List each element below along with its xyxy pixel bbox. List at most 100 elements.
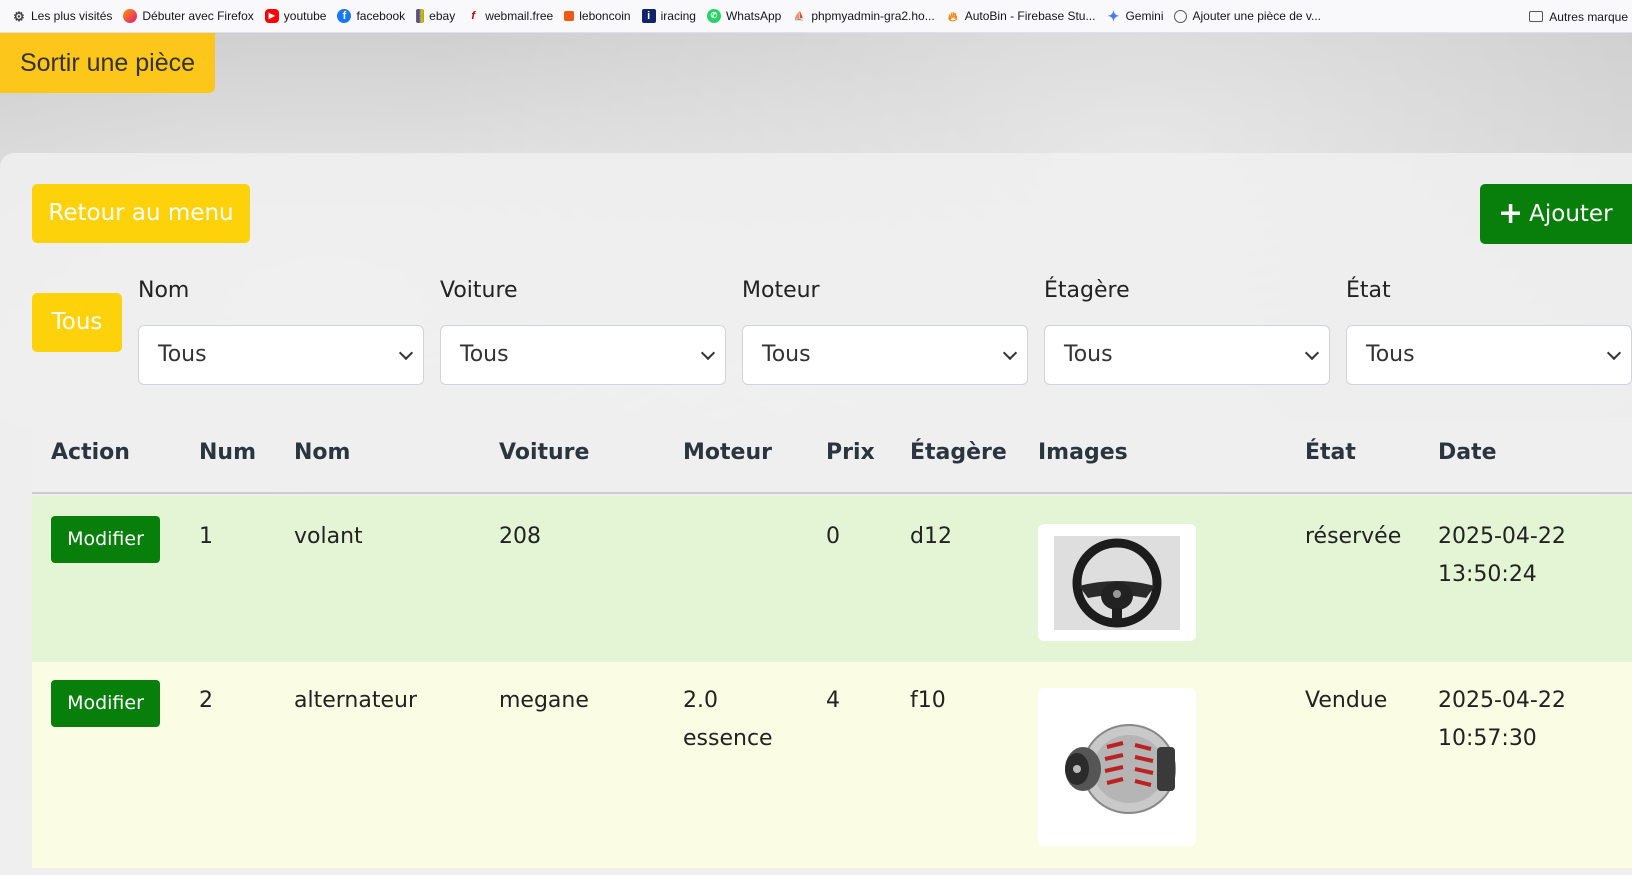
filter-label-voiture: Voiture [440, 278, 518, 303]
filter-select-etat[interactable]: Tous [1346, 325, 1632, 385]
header-etagere: Étagère [910, 440, 1007, 465]
select-value: Tous [460, 342, 509, 367]
phpmyadmin-icon: ⛵ [793, 10, 805, 21]
iracing-icon: i [641, 9, 656, 23]
bookmark-iracing[interactable]: i iracing [641, 9, 696, 23]
plus-icon: + [1498, 196, 1524, 231]
time-value: 10:57:30 [1438, 726, 1537, 751]
bookmark-most-visited[interactable]: ⚙ Les plus visités [12, 9, 112, 23]
bookmark-label: facebook [356, 9, 406, 23]
gemini-icon: ✦ [1107, 8, 1120, 24]
table-row: Modifier 1 volant 208 0 d12 réservée 202… [32, 496, 1632, 662]
header-moteur: Moteur [683, 440, 772, 465]
bookmark-label: phpmyadmin-gra2.ho... [811, 9, 935, 23]
bookmark-label: youtube [283, 9, 327, 23]
modifier-button[interactable]: Modifier [51, 516, 160, 563]
filter-select-nom[interactable]: Tous [138, 325, 424, 385]
globe-icon [1174, 9, 1188, 23]
firebase-icon: 🔥︎ [947, 8, 958, 24]
header-images: Images [1038, 440, 1128, 465]
alternator-icon [1065, 724, 1176, 814]
firefox-icon [123, 9, 138, 23]
bookmark-firebase[interactable]: 🔥︎ AutoBin - Firebase Stu... [946, 9, 1096, 23]
cell-date: 2025-04-22 13:50:24 [1438, 518, 1566, 594]
bookmark-label: ebay [429, 9, 456, 23]
cell-moteur: 2.0 essence [683, 682, 773, 758]
filter-select-voiture[interactable]: Tous [440, 325, 726, 385]
bookmark-label: AutoBin - Firebase Stu... [964, 9, 1096, 23]
chevron-down-icon [1002, 345, 1018, 361]
bookmark-label: Les plus visités [31, 9, 113, 23]
bookmark-label: Gemini [1125, 9, 1164, 23]
tous-reset-button[interactable]: Tous [32, 293, 122, 352]
bookmark-gemini[interactable]: ✦ Gemini [1106, 8, 1164, 24]
cell-nom: volant [294, 524, 363, 549]
bookmark-leboncoin[interactable]: leboncoin [564, 9, 631, 23]
cell-voiture: megane [499, 688, 589, 713]
header-etat: État [1305, 440, 1356, 465]
cell-voiture: 208 [499, 524, 541, 549]
header-nom: Nom [294, 440, 351, 465]
youtube-icon: ▶ [264, 9, 279, 23]
select-value: Tous [158, 342, 207, 367]
part-image-steering-wheel[interactable] [1038, 524, 1196, 641]
modifier-button[interactable]: Modifier [51, 680, 160, 727]
bookmark-ajouter-piece[interactable]: Ajouter une pièce de v... [1174, 9, 1321, 23]
filter-label-etat: État [1346, 278, 1391, 303]
table-header: Action Num Nom Voiture Moteur Prix Étagè… [32, 418, 1632, 494]
other-bookmarks-label: Autres marque [1549, 9, 1628, 24]
time-value: 13:50:24 [1438, 562, 1537, 587]
select-value: Tous [1366, 342, 1415, 367]
retour-menu-button[interactable]: Retour au menu [32, 184, 250, 243]
folder-icon [1529, 11, 1544, 22]
chevron-down-icon [700, 345, 716, 361]
table-row: Modifier 2 alternateur megane 2.0 essence… [32, 662, 1632, 868]
chevron-down-icon [1606, 345, 1622, 361]
steering-wheel-icon [1054, 535, 1180, 630]
filter-label-etagere: Étagère [1044, 278, 1130, 303]
cell-date: 2025-04-22 10:57:30 [1438, 682, 1566, 758]
cell-num: 2 [199, 688, 213, 713]
bookmark-facebook[interactable]: f facebook [337, 9, 405, 23]
bookmark-label: leboncoin [579, 9, 631, 23]
ebay-icon [416, 9, 425, 23]
date-value: 2025-04-22 [1438, 524, 1566, 549]
filter-select-moteur[interactable]: Tous [742, 325, 1028, 385]
header-date: Date [1438, 440, 1497, 465]
header-num: Num [199, 440, 256, 465]
bookmark-webmail[interactable]: f webmail.free [466, 9, 553, 23]
free-icon: f [471, 9, 476, 22]
bookmark-phpmyadmin[interactable]: ⛵ phpmyadmin-gra2.ho... [792, 9, 935, 23]
cell-prix: 4 [826, 688, 840, 713]
cell-etat: réservée [1305, 524, 1402, 549]
cell-nom: alternateur [294, 688, 417, 713]
chevron-down-icon [1304, 345, 1320, 361]
bookmark-label: Débuter avec Firefox [142, 9, 254, 23]
whatsapp-icon: ✆ [706, 9, 721, 23]
chevron-down-icon [398, 345, 414, 361]
header-action: Action [51, 440, 130, 465]
date-value: 2025-04-22 [1438, 688, 1566, 713]
bookmarks-bar: ⚙ Les plus visités Débuter avec Firefox ▶… [0, 0, 1632, 33]
sortir-piece-button[interactable]: Sortir une pièce [0, 33, 215, 93]
part-image-alternator[interactable] [1038, 688, 1196, 846]
facebook-icon: f [337, 9, 352, 23]
bookmark-youtube[interactable]: ▶ youtube [264, 9, 327, 23]
bookmark-label: WhatsApp [725, 9, 782, 23]
bookmark-whatsapp[interactable]: ✆ WhatsApp [706, 9, 782, 23]
filter-select-etagere[interactable]: Tous [1044, 325, 1330, 385]
leboncoin-icon [564, 11, 575, 21]
other-bookmarks[interactable]: Autres marque [1529, 0, 1632, 32]
bookmark-label: webmail.free [485, 9, 554, 23]
moteur-line: essence [683, 726, 773, 751]
cell-etagere: f10 [910, 688, 946, 713]
ajouter-button[interactable]: + Ajouter [1480, 184, 1632, 244]
cell-prix: 0 [826, 524, 840, 549]
bookmark-ebay[interactable]: ebay [416, 9, 455, 23]
filter-label-nom: Nom [138, 278, 190, 303]
cell-etagere: d12 [910, 524, 952, 549]
bookmark-firefox[interactable]: Débuter avec Firefox [123, 9, 254, 23]
header-voiture: Voiture [499, 440, 590, 465]
ajouter-label: Ajouter [1529, 201, 1613, 227]
header-prix: Prix [826, 440, 875, 465]
